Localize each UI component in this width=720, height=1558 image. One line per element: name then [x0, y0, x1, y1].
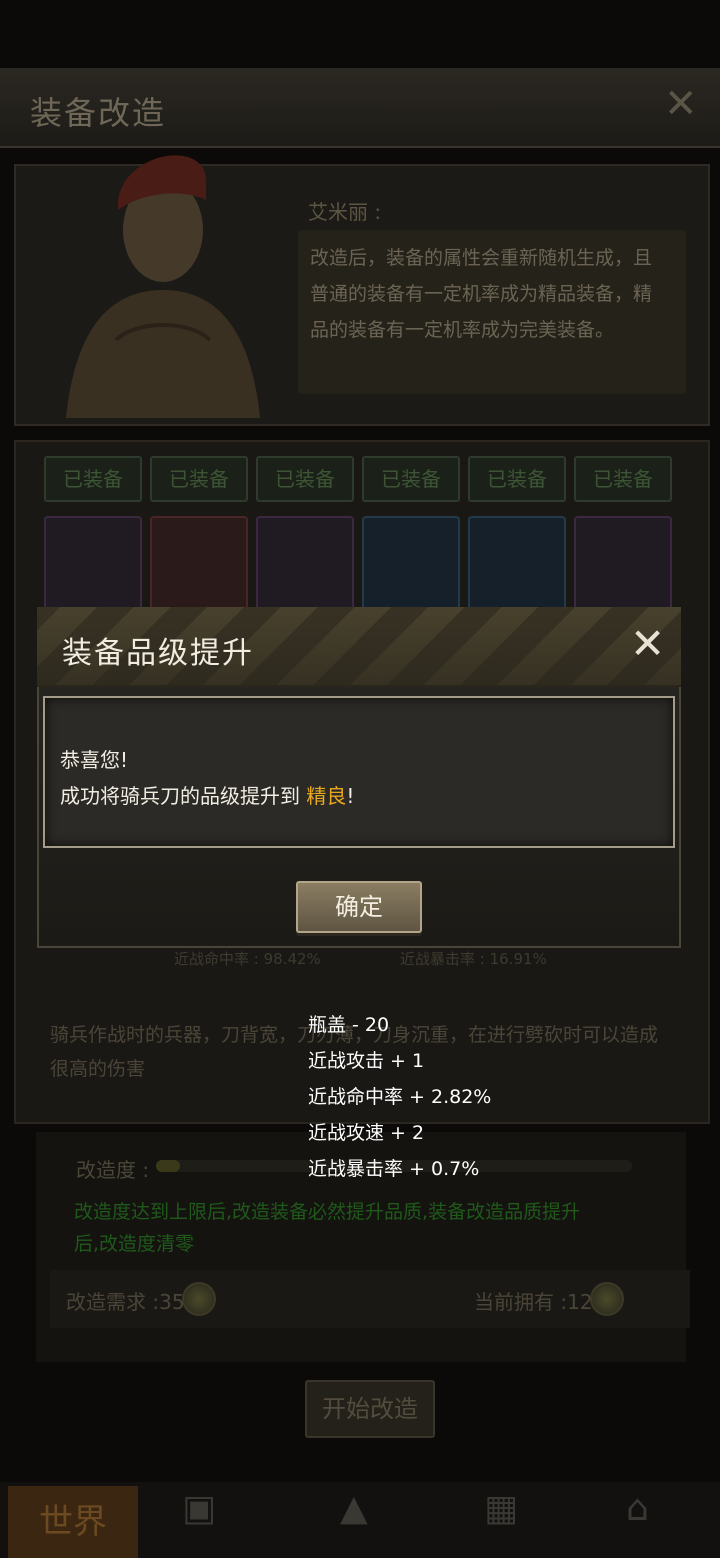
npc-name: 艾米丽 : — [308, 200, 382, 224]
equipped-tag: 已装备 — [150, 456, 248, 502]
dialog-congrats: 恭喜您! — [60, 748, 129, 772]
faded-stat: 近战暴击率 : 16.91% — [400, 950, 547, 968]
requirement-label: 改造需求 :35 — [66, 1290, 185, 1314]
character-icon[interactable]: ▲ — [340, 1488, 368, 1529]
dialog-title: 装备品级提升 — [62, 636, 254, 671]
start-modify-button[interactable]: 开始改造 — [305, 1380, 435, 1438]
bottle-cap-coin-icon — [182, 1282, 216, 1316]
message-suffix: ! — [346, 784, 355, 808]
equipment-slot[interactable]: 已装备 — [256, 456, 354, 630]
message-prefix: 成功将骑兵刀的品级提升到 — [60, 784, 300, 808]
stat-change: 近战暴击率 + 0.7% — [308, 1158, 480, 1180]
bottle-cap-coin-icon — [590, 1282, 624, 1316]
faded-stat: 近战命中率 : 98.42% — [174, 950, 321, 968]
confirm-button[interactable]: 确定 — [296, 881, 422, 933]
equipment-slot[interactable]: 已装备 — [150, 456, 248, 630]
equipment-slot[interactable]: 已装备 — [362, 456, 460, 630]
close-icon[interactable]: ✕ — [664, 84, 698, 124]
progress-note: 改造度达到上限后,改造装备必然提升品质,装备改造品质提升后,改造度清零 — [74, 1201, 581, 1255]
quality-label: 精良 — [306, 784, 347, 808]
keyboard-icon[interactable]: ▦ — [484, 1488, 518, 1529]
equipped-tag: 已装备 — [468, 456, 566, 502]
equipped-tag: 已装备 — [574, 456, 672, 502]
npc-dialog-text: 改造后，装备的属性会重新随机生成，且普通的装备有一定机率成为精品装备，精品的装备… — [310, 247, 653, 341]
progress-fill — [156, 1160, 180, 1172]
progress-label: 改造度 : — [76, 1158, 150, 1182]
stat-change: 近战攻速 + 2 — [308, 1122, 425, 1144]
dialog-message-box — [43, 696, 675, 848]
equipment-slot[interactable]: 已装备 — [44, 456, 142, 630]
stat-change: 瓶盖 - 20 — [308, 1014, 390, 1036]
tab-world[interactable]: 世界 — [8, 1486, 138, 1558]
stat-change: 近战攻击 + 1 — [308, 1050, 425, 1072]
equipped-tag: 已装备 — [256, 456, 354, 502]
cart-icon[interactable]: ⌂ — [626, 1488, 649, 1529]
stat-change: 近战命中率 + 2.82% — [308, 1086, 492, 1108]
owned-label: 当前拥有 :12 — [474, 1290, 593, 1314]
equipment-slot[interactable]: 已装备 — [574, 456, 672, 630]
npc-portrait — [66, 155, 260, 418]
equipped-tag: 已装备 — [362, 456, 460, 502]
screen-title: 装备改造 — [30, 94, 167, 132]
equipped-tag: 已装备 — [44, 456, 142, 502]
equipment-slot[interactable]: 已装备 — [468, 456, 566, 630]
close-icon[interactable]: ✕ — [630, 622, 665, 666]
dialog-message: 成功将骑兵刀的品级提升到 精良! — [60, 780, 354, 809]
backpack-icon[interactable]: ▣ — [182, 1488, 216, 1529]
